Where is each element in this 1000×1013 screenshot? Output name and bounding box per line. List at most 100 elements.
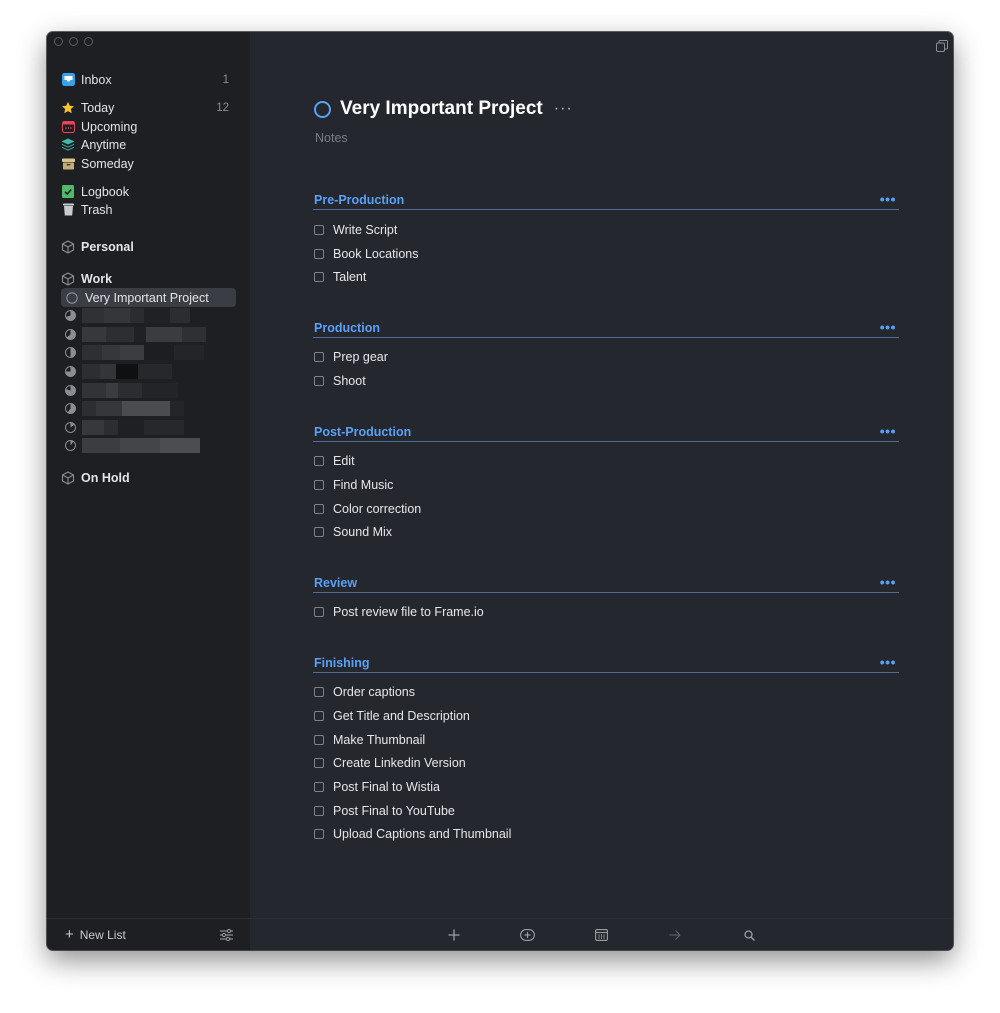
project-progress-icon (65, 385, 76, 396)
task-checkbox[interactable] (314, 806, 324, 816)
task-checkbox[interactable] (314, 711, 324, 721)
task-checkbox[interactable] (314, 687, 324, 697)
task-item[interactable]: Order captions (314, 683, 415, 701)
sidebar-item-today[interactable]: Today 12 (61, 98, 236, 117)
sidebar-project-redacted[interactable] (65, 401, 235, 416)
more-options-icon[interactable]: ••• (880, 654, 896, 670)
sidebar-item-label: Work (81, 271, 113, 286)
area-cube-icon (61, 470, 75, 485)
task-item[interactable]: Talent (314, 268, 366, 286)
sidebar-project-redacted[interactable] (65, 345, 235, 360)
area-cube-icon (61, 239, 75, 254)
section-heading[interactable]: Review ••• (313, 573, 899, 593)
task-item[interactable]: Sound Mix (314, 523, 392, 541)
task-item[interactable]: Post Final to YouTube (314, 802, 455, 820)
sidebar-project-redacted[interactable] (65, 308, 235, 323)
minimize-window-button[interactable] (69, 37, 78, 46)
more-options-icon[interactable]: ••• (880, 319, 896, 335)
section-heading[interactable]: Post-Production ••• (313, 422, 899, 442)
task-checkbox[interactable] (314, 249, 324, 259)
page-title[interactable]: Very Important Project (340, 98, 543, 120)
sidebar-area-on-hold[interactable]: On Hold (61, 468, 236, 487)
task-checkbox[interactable] (314, 480, 324, 490)
task-checkbox[interactable] (314, 352, 324, 362)
inbox-icon (61, 73, 75, 87)
task-item[interactable]: Book Locations (314, 245, 418, 263)
task-item[interactable]: Post Final to Wistia (314, 778, 440, 796)
move-arrow-icon[interactable] (669, 928, 681, 946)
today-count: 12 (216, 101, 229, 114)
more-options-icon[interactable]: ••• (880, 191, 896, 207)
sidebar-item-logbook[interactable]: Logbook (61, 182, 236, 201)
task-checkbox[interactable] (314, 607, 324, 617)
task-item[interactable]: Find Music (314, 476, 393, 494)
sidebar-area-work[interactable]: Work (61, 269, 236, 288)
task-checkbox[interactable] (314, 527, 324, 537)
section-heading[interactable]: Production ••• (313, 318, 899, 338)
sidebar-item-label: On Hold (81, 470, 130, 485)
task-item[interactable]: Create Linkedin Version (314, 754, 466, 772)
sidebar-project-very-important-project[interactable]: Very Important Project (61, 288, 236, 307)
sidebar-item-anytime[interactable]: Anytime (61, 135, 236, 154)
task-item[interactable]: Edit (314, 452, 355, 470)
task-checkbox[interactable] (314, 782, 324, 792)
task-checkbox[interactable] (314, 456, 324, 466)
task-item[interactable]: Get Title and Description (314, 707, 470, 725)
trash-icon (61, 203, 75, 217)
task-checkbox[interactable] (314, 272, 324, 282)
task-label: Talent (333, 270, 367, 284)
sidebar-item-trash[interactable]: Trash (61, 200, 236, 219)
section-heading[interactable]: Finishing ••• (313, 653, 899, 673)
project-progress-icon (65, 403, 76, 414)
task-label: Prep gear (333, 350, 388, 364)
task-item[interactable]: Upload Captions and Thumbnail (314, 825, 511, 843)
project-notes-field[interactable]: Notes (315, 131, 348, 145)
sidebar-project-redacted[interactable] (65, 383, 235, 398)
task-checkbox[interactable] (314, 376, 324, 386)
task-item[interactable]: Post review file to Frame.io (314, 603, 484, 621)
task-checkbox[interactable] (314, 735, 324, 745)
sidebar-item-label: Trash (81, 202, 113, 217)
add-task-button[interactable] (448, 928, 460, 946)
section-heading[interactable]: Pre-Production ••• (313, 190, 899, 210)
more-options-icon[interactable]: ··· (554, 100, 573, 118)
sidebar-item-someday[interactable]: Someday (61, 154, 236, 173)
section-heading-label: Review (314, 575, 358, 590)
calendar-icon[interactable] (595, 928, 608, 946)
task-label: Post Final to YouTube (333, 804, 455, 818)
sidebar-item-label: Anytime (81, 137, 127, 152)
close-window-button[interactable] (54, 37, 63, 46)
duplicate-window-icon[interactable] (936, 39, 948, 57)
new-list-button[interactable]: + New List (65, 926, 126, 943)
task-item[interactable]: Shoot (314, 372, 366, 390)
task-label: Color correction (333, 502, 422, 516)
sidebar-project-redacted[interactable] (65, 420, 235, 435)
filter-settings-icon[interactable] (220, 928, 233, 946)
plus-icon: + (65, 926, 74, 943)
task-checkbox[interactable] (314, 829, 324, 839)
more-options-icon[interactable]: ••• (880, 423, 896, 439)
sidebar-project-redacted[interactable] (65, 438, 235, 453)
search-icon[interactable] (744, 928, 755, 946)
project-complete-circle[interactable] (314, 100, 331, 118)
sidebar-project-redacted[interactable] (65, 327, 235, 342)
sidebar-item-upcoming[interactable]: Upcoming (61, 117, 236, 136)
sidebar-item-label: Someday (81, 156, 134, 171)
task-checkbox[interactable] (314, 225, 324, 235)
zoom-window-button[interactable] (84, 37, 93, 46)
project-progress-icon (65, 347, 76, 358)
task-item[interactable]: Color correction (314, 500, 421, 518)
task-checkbox[interactable] (314, 758, 324, 768)
more-options-icon[interactable]: ••• (880, 574, 896, 590)
task-item[interactable]: Prep gear (314, 348, 388, 366)
sidebar-item-inbox[interactable]: Inbox 1 (61, 70, 236, 89)
sidebar-project-redacted[interactable] (65, 364, 235, 379)
sidebar-area-personal[interactable]: Personal (61, 237, 236, 256)
task-item[interactable]: Make Thumbnail (314, 731, 425, 749)
task-checkbox[interactable] (314, 504, 324, 514)
add-heading-button[interactable] (520, 928, 535, 946)
task-item[interactable]: Write Script (314, 221, 397, 239)
box-icon (61, 157, 75, 171)
project-header: Very Important Project ··· (314, 98, 573, 120)
project-progress-icon (65, 329, 76, 340)
